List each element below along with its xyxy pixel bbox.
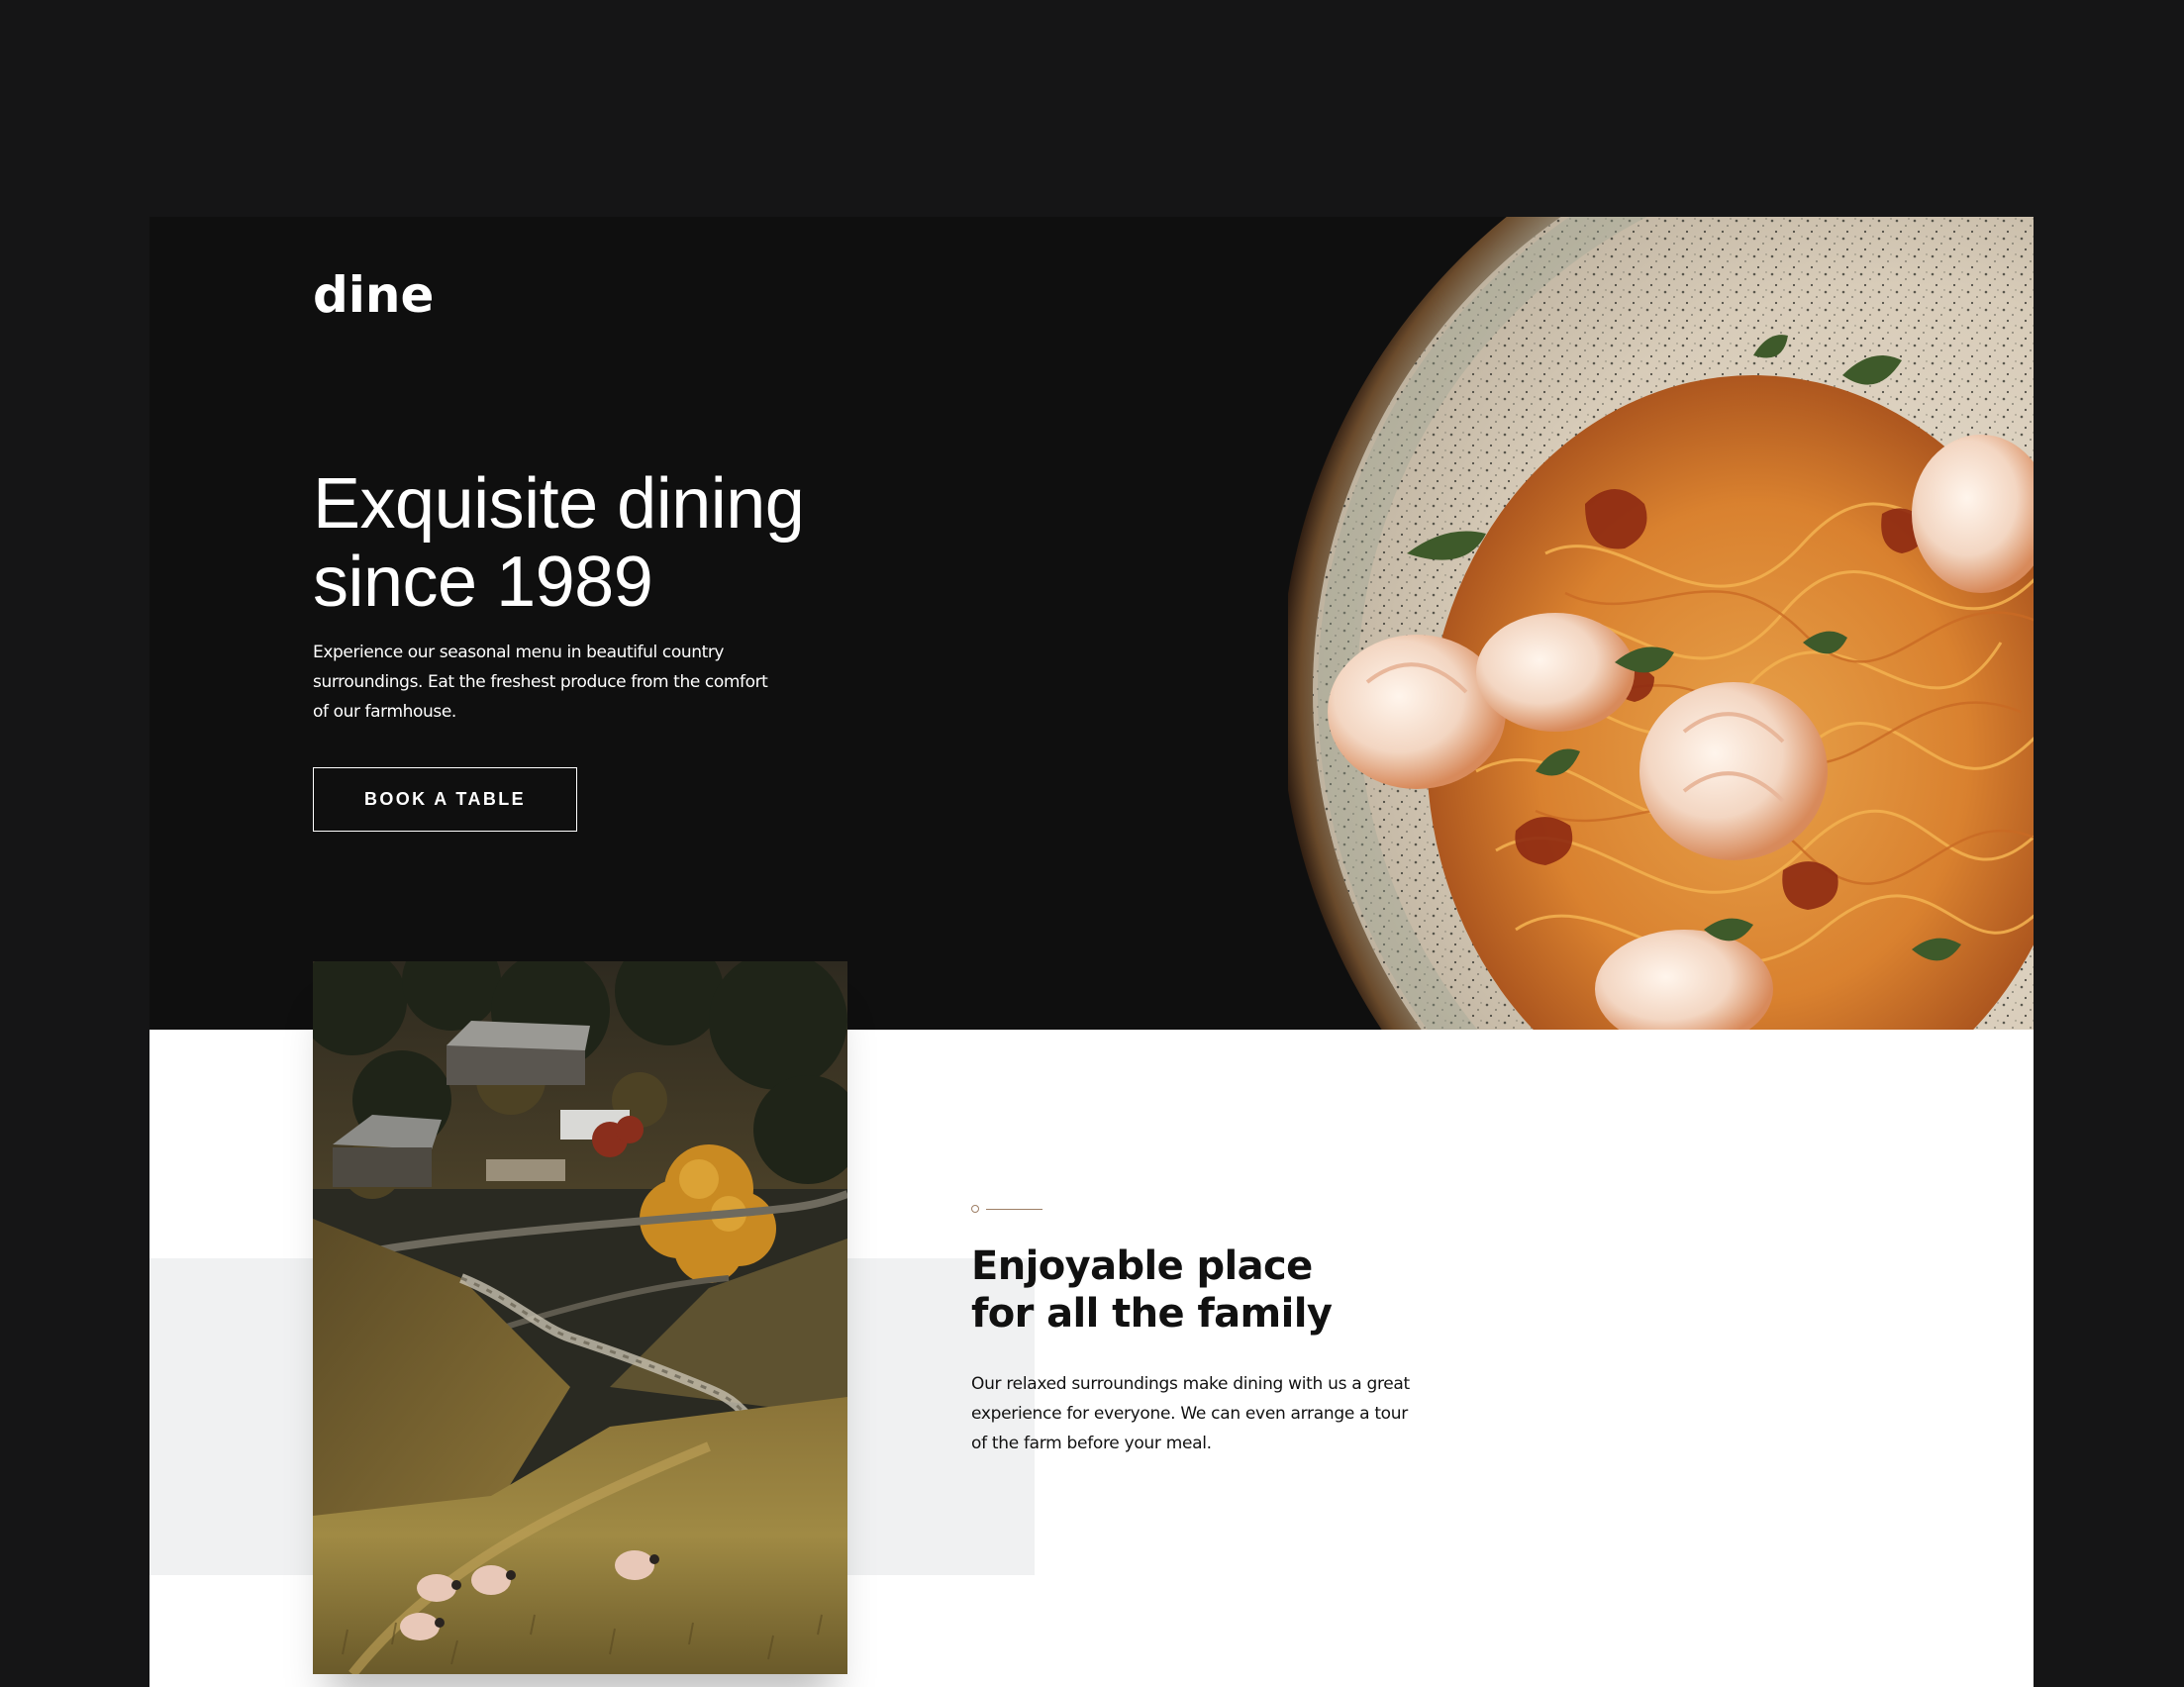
pasta-plate-image	[1288, 217, 2034, 1030]
farm-valley-image	[313, 961, 847, 1674]
family-title-line-1: Enjoyable place	[971, 1243, 1313, 1289]
pattern-divider	[971, 1205, 1050, 1217]
hero-section: dine Exquisite dining since 1989 Experie…	[149, 217, 2034, 1030]
hero-title-line-2: since 1989	[313, 543, 653, 622]
divider-dot	[971, 1205, 979, 1213]
family-title-line-2: for all the family	[971, 1291, 1333, 1337]
family-section-description: Our relaxed surroundings make dining wit…	[971, 1374, 1410, 1453]
family-section-title: Enjoyable place for all the family	[971, 1242, 1333, 1338]
divider-line	[986, 1209, 1042, 1210]
book-a-table-button[interactable]: BOOK A TABLE	[313, 767, 577, 832]
hero-description: Experience our seasonal menu in beautifu…	[313, 643, 768, 722]
hero-title: Exquisite dining since 1989	[313, 464, 805, 622]
logo[interactable]: dine	[313, 270, 434, 320]
website-preview: dine Exquisite dining since 1989 Experie…	[149, 217, 2034, 1687]
hero-title-line-1: Exquisite dining	[313, 464, 805, 544]
